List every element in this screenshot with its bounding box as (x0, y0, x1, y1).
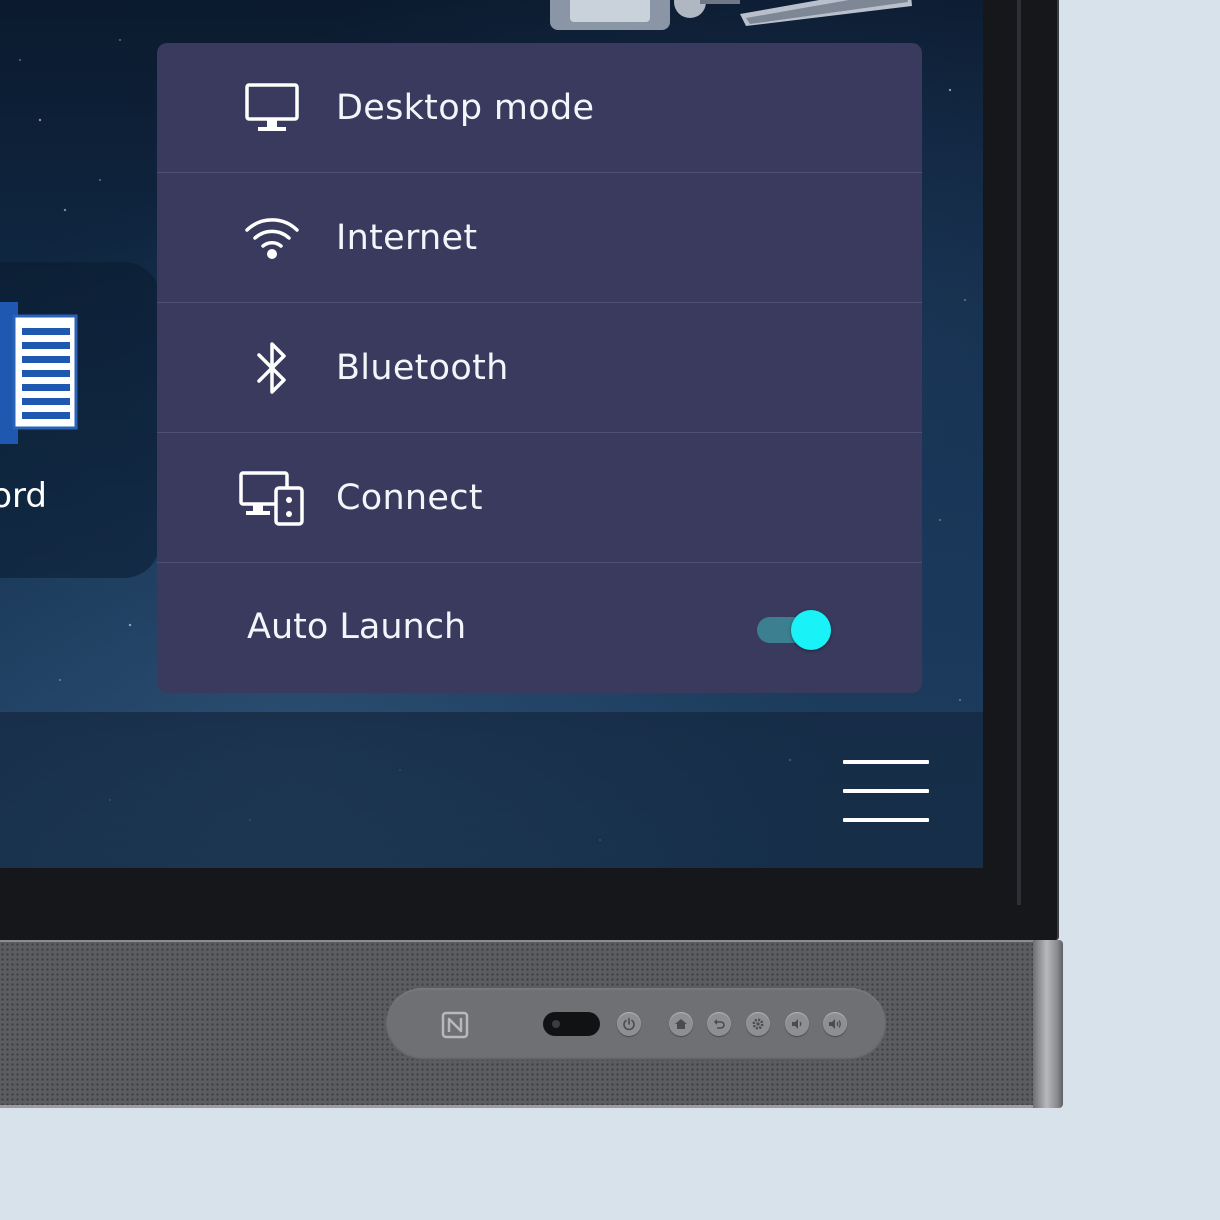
app-label: ord (0, 476, 47, 516)
power-button[interactable] (617, 1012, 641, 1036)
bluetooth-icon (237, 333, 307, 403)
dock-strip (0, 712, 983, 868)
connect-devices-icon (237, 463, 307, 533)
menu-item-label: Internet (336, 217, 478, 258)
home-icon (675, 1019, 687, 1029)
nfc-icon (441, 1011, 469, 1039)
back-button[interactable] (707, 1012, 731, 1036)
volume-down-button[interactable] (785, 1012, 809, 1036)
menu-item-desktop-mode[interactable]: Desktop mode (157, 43, 922, 173)
menu-item-label: Bluetooth (336, 347, 509, 388)
volume-down-icon (792, 1019, 802, 1029)
auto-launch-label: Auto Launch (247, 607, 467, 647)
power-icon (623, 1017, 635, 1031)
bezel-edge (1017, 0, 1021, 905)
hamburger-menu-icon[interactable] (843, 760, 929, 824)
back-icon (714, 1019, 725, 1029)
settings-button[interactable] (746, 1012, 770, 1036)
menu-item-internet[interactable]: Internet (157, 173, 922, 303)
auto-launch-toggle[interactable] (757, 610, 833, 650)
home-button[interactable] (669, 1012, 693, 1036)
menu-item-bluetooth[interactable]: Bluetooth (157, 303, 922, 433)
menu-item-connect[interactable]: Connect (157, 433, 922, 563)
satellite-image (550, 0, 912, 30)
menu-item-label: Connect (336, 477, 483, 518)
quick-menu-panel: Desktop mode Internet Bluetooth Connect … (157, 43, 922, 693)
volume-up-icon (829, 1019, 841, 1029)
monitor-icon (237, 73, 307, 143)
wifi-icon (237, 203, 307, 273)
toggle-knob (791, 610, 831, 650)
camera-sensor (543, 1012, 600, 1036)
speaker-end-cap (1033, 940, 1063, 1108)
app-label-container: ord (0, 470, 60, 520)
menu-item-label: Desktop mode (336, 87, 595, 128)
settings-icon (752, 1018, 764, 1030)
word-document-icon (0, 302, 78, 444)
auto-launch-row: Auto Launch (157, 563, 922, 691)
volume-up-button[interactable] (823, 1012, 847, 1036)
